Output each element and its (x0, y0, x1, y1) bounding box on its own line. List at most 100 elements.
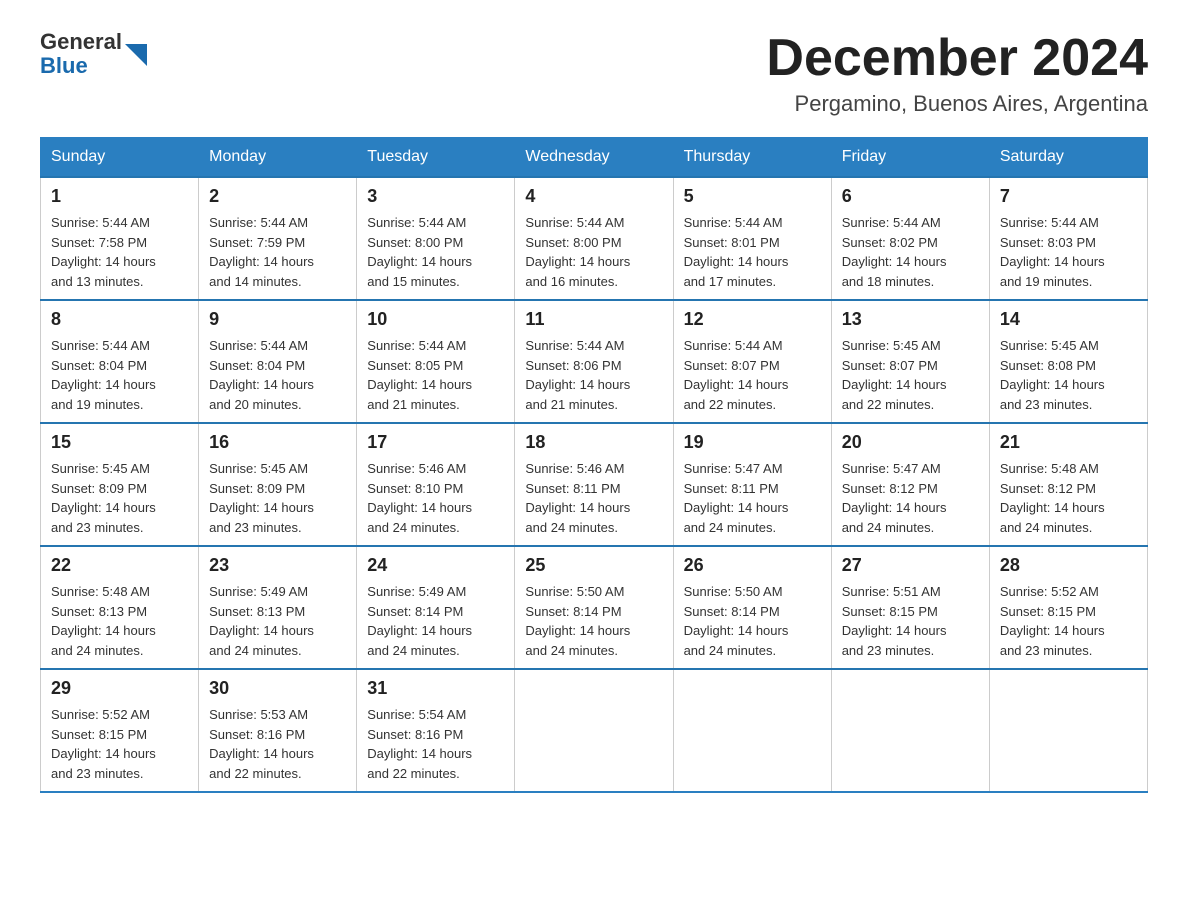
day-info: Sunrise: 5:46 AM Sunset: 8:10 PM Dayligh… (367, 459, 504, 537)
day-info: Sunrise: 5:52 AM Sunset: 8:15 PM Dayligh… (51, 705, 188, 783)
page-header: General Blue December 2024 Pergamino, Bu… (40, 30, 1148, 117)
day-number: 20 (842, 432, 979, 453)
day-number: 15 (51, 432, 188, 453)
day-info: Sunrise: 5:48 AM Sunset: 8:12 PM Dayligh… (1000, 459, 1137, 537)
calendar-cell: 30 Sunrise: 5:53 AM Sunset: 8:16 PM Dayl… (199, 669, 357, 792)
day-number: 12 (684, 309, 821, 330)
weekday-header-tuesday: Tuesday (357, 138, 515, 178)
calendar-week-row: 29 Sunrise: 5:52 AM Sunset: 8:15 PM Dayl… (41, 669, 1148, 792)
calendar-cell: 28 Sunrise: 5:52 AM Sunset: 8:15 PM Dayl… (989, 546, 1147, 669)
calendar-cell (989, 669, 1147, 792)
calendar-cell: 27 Sunrise: 5:51 AM Sunset: 8:15 PM Dayl… (831, 546, 989, 669)
day-number: 13 (842, 309, 979, 330)
day-info: Sunrise: 5:47 AM Sunset: 8:11 PM Dayligh… (684, 459, 821, 537)
weekday-header-row: SundayMondayTuesdayWednesdayThursdayFrid… (41, 138, 1148, 178)
day-info: Sunrise: 5:44 AM Sunset: 7:59 PM Dayligh… (209, 213, 346, 291)
day-number: 5 (684, 186, 821, 207)
calendar-cell: 10 Sunrise: 5:44 AM Sunset: 8:05 PM Dayl… (357, 300, 515, 423)
day-info: Sunrise: 5:44 AM Sunset: 8:05 PM Dayligh… (367, 336, 504, 414)
day-number: 2 (209, 186, 346, 207)
day-number: 9 (209, 309, 346, 330)
day-info: Sunrise: 5:48 AM Sunset: 8:13 PM Dayligh… (51, 582, 188, 660)
calendar-cell: 8 Sunrise: 5:44 AM Sunset: 8:04 PM Dayli… (41, 300, 199, 423)
calendar-cell: 13 Sunrise: 5:45 AM Sunset: 8:07 PM Dayl… (831, 300, 989, 423)
calendar-cell (831, 669, 989, 792)
day-info: Sunrise: 5:44 AM Sunset: 8:04 PM Dayligh… (209, 336, 346, 414)
calendar-cell (673, 669, 831, 792)
calendar-cell: 5 Sunrise: 5:44 AM Sunset: 8:01 PM Dayli… (673, 177, 831, 300)
day-info: Sunrise: 5:49 AM Sunset: 8:13 PM Dayligh… (209, 582, 346, 660)
weekday-header-monday: Monday (199, 138, 357, 178)
calendar-cell: 11 Sunrise: 5:44 AM Sunset: 8:06 PM Dayl… (515, 300, 673, 423)
calendar-cell: 25 Sunrise: 5:50 AM Sunset: 8:14 PM Dayl… (515, 546, 673, 669)
day-number: 4 (525, 186, 662, 207)
calendar-week-row: 22 Sunrise: 5:48 AM Sunset: 8:13 PM Dayl… (41, 546, 1148, 669)
day-info: Sunrise: 5:49 AM Sunset: 8:14 PM Dayligh… (367, 582, 504, 660)
day-number: 7 (1000, 186, 1137, 207)
day-info: Sunrise: 5:50 AM Sunset: 8:14 PM Dayligh… (684, 582, 821, 660)
weekday-header-sunday: Sunday (41, 138, 199, 178)
day-info: Sunrise: 5:54 AM Sunset: 8:16 PM Dayligh… (367, 705, 504, 783)
logo-arrow-icon (125, 44, 147, 66)
logo-blue-text: Blue (40, 54, 122, 78)
calendar-table: SundayMondayTuesdayWednesdayThursdayFrid… (40, 137, 1148, 793)
calendar-week-row: 1 Sunrise: 5:44 AM Sunset: 7:58 PM Dayli… (41, 177, 1148, 300)
day-number: 17 (367, 432, 504, 453)
day-number: 31 (367, 678, 504, 699)
day-number: 16 (209, 432, 346, 453)
day-number: 1 (51, 186, 188, 207)
day-number: 29 (51, 678, 188, 699)
calendar-cell: 14 Sunrise: 5:45 AM Sunset: 8:08 PM Dayl… (989, 300, 1147, 423)
calendar-cell: 31 Sunrise: 5:54 AM Sunset: 8:16 PM Dayl… (357, 669, 515, 792)
day-info: Sunrise: 5:44 AM Sunset: 7:58 PM Dayligh… (51, 213, 188, 291)
day-info: Sunrise: 5:45 AM Sunset: 8:09 PM Dayligh… (51, 459, 188, 537)
day-info: Sunrise: 5:44 AM Sunset: 8:04 PM Dayligh… (51, 336, 188, 414)
day-number: 18 (525, 432, 662, 453)
calendar-cell: 22 Sunrise: 5:48 AM Sunset: 8:13 PM Dayl… (41, 546, 199, 669)
day-info: Sunrise: 5:44 AM Sunset: 8:06 PM Dayligh… (525, 336, 662, 414)
day-info: Sunrise: 5:44 AM Sunset: 8:00 PM Dayligh… (367, 213, 504, 291)
calendar-cell: 18 Sunrise: 5:46 AM Sunset: 8:11 PM Dayl… (515, 423, 673, 546)
calendar-cell: 29 Sunrise: 5:52 AM Sunset: 8:15 PM Dayl… (41, 669, 199, 792)
weekday-header-saturday: Saturday (989, 138, 1147, 178)
day-info: Sunrise: 5:44 AM Sunset: 8:01 PM Dayligh… (684, 213, 821, 291)
day-info: Sunrise: 5:44 AM Sunset: 8:07 PM Dayligh… (684, 336, 821, 414)
day-number: 28 (1000, 555, 1137, 576)
day-number: 22 (51, 555, 188, 576)
day-info: Sunrise: 5:44 AM Sunset: 8:03 PM Dayligh… (1000, 213, 1137, 291)
logo: General Blue (40, 30, 147, 78)
day-info: Sunrise: 5:45 AM Sunset: 8:09 PM Dayligh… (209, 459, 346, 537)
calendar-week-row: 8 Sunrise: 5:44 AM Sunset: 8:04 PM Dayli… (41, 300, 1148, 423)
day-info: Sunrise: 5:51 AM Sunset: 8:15 PM Dayligh… (842, 582, 979, 660)
title-block: December 2024 Pergamino, Buenos Aires, A… (766, 30, 1148, 117)
day-number: 11 (525, 309, 662, 330)
calendar-cell: 16 Sunrise: 5:45 AM Sunset: 8:09 PM Dayl… (199, 423, 357, 546)
day-number: 25 (525, 555, 662, 576)
day-info: Sunrise: 5:53 AM Sunset: 8:16 PM Dayligh… (209, 705, 346, 783)
day-number: 3 (367, 186, 504, 207)
calendar-cell: 19 Sunrise: 5:47 AM Sunset: 8:11 PM Dayl… (673, 423, 831, 546)
day-info: Sunrise: 5:52 AM Sunset: 8:15 PM Dayligh… (1000, 582, 1137, 660)
day-number: 19 (684, 432, 821, 453)
calendar-cell: 15 Sunrise: 5:45 AM Sunset: 8:09 PM Dayl… (41, 423, 199, 546)
day-info: Sunrise: 5:46 AM Sunset: 8:11 PM Dayligh… (525, 459, 662, 537)
calendar-cell: 17 Sunrise: 5:46 AM Sunset: 8:10 PM Dayl… (357, 423, 515, 546)
day-info: Sunrise: 5:50 AM Sunset: 8:14 PM Dayligh… (525, 582, 662, 660)
day-number: 6 (842, 186, 979, 207)
month-title: December 2024 (766, 30, 1148, 87)
calendar-cell (515, 669, 673, 792)
calendar-cell: 21 Sunrise: 5:48 AM Sunset: 8:12 PM Dayl… (989, 423, 1147, 546)
calendar-cell: 6 Sunrise: 5:44 AM Sunset: 8:02 PM Dayli… (831, 177, 989, 300)
day-number: 23 (209, 555, 346, 576)
day-number: 21 (1000, 432, 1137, 453)
calendar-cell: 4 Sunrise: 5:44 AM Sunset: 8:00 PM Dayli… (515, 177, 673, 300)
calendar-cell: 9 Sunrise: 5:44 AM Sunset: 8:04 PM Dayli… (199, 300, 357, 423)
calendar-cell: 1 Sunrise: 5:44 AM Sunset: 7:58 PM Dayli… (41, 177, 199, 300)
calendar-cell: 7 Sunrise: 5:44 AM Sunset: 8:03 PM Dayli… (989, 177, 1147, 300)
day-info: Sunrise: 5:47 AM Sunset: 8:12 PM Dayligh… (842, 459, 979, 537)
calendar-cell: 12 Sunrise: 5:44 AM Sunset: 8:07 PM Dayl… (673, 300, 831, 423)
day-info: Sunrise: 5:45 AM Sunset: 8:07 PM Dayligh… (842, 336, 979, 414)
day-number: 14 (1000, 309, 1137, 330)
day-number: 27 (842, 555, 979, 576)
day-number: 26 (684, 555, 821, 576)
